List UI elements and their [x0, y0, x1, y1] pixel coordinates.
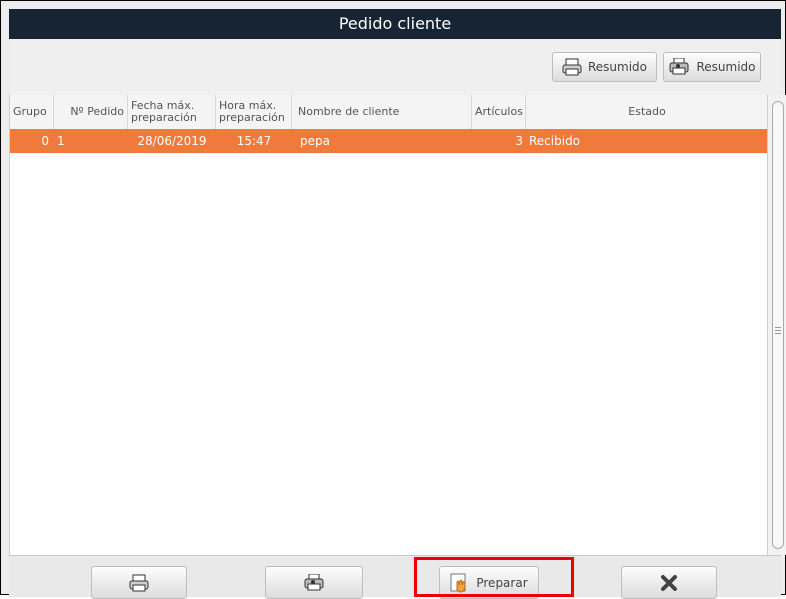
window-title: Pedido cliente: [9, 9, 781, 39]
table-header: Grupo Nº Pedido Fecha máx. preparación H…: [10, 95, 768, 130]
column-header-pedido[interactable]: Nº Pedido: [54, 95, 128, 129]
resumido-print-button[interactable]: Resumido: [552, 52, 657, 82]
window: Pedido cliente Resumido Resumido Grupo N…: [0, 0, 786, 599]
cell-fecha: 28/06/2019: [137, 134, 207, 148]
resumido-print-label: Resumido: [587, 60, 648, 74]
printer-icon: [562, 58, 582, 76]
resumido-group-label: Resumido: [696, 60, 756, 74]
resumido-group-button[interactable]: Resumido: [663, 52, 761, 82]
cell-pedido: 1: [57, 134, 65, 148]
cell-hora: 15:47: [236, 134, 272, 148]
printer-icon: [129, 574, 149, 592]
vertical-scrollbar[interactable]: [767, 95, 786, 555]
scrollbar-thumb[interactable]: [772, 101, 784, 549]
table-row[interactable]: 0 1 28/06/2019 15:47 pepa 3 Recibido: [10, 129, 768, 153]
orders-table: Grupo Nº Pedido Fecha máx. preparación H…: [9, 95, 768, 555]
column-header-fecha[interactable]: Fecha máx. preparación: [128, 95, 216, 129]
printer-group-icon: [303, 573, 325, 592]
bottom-bar: Preparar: [9, 555, 781, 599]
close-icon: [660, 574, 678, 592]
column-header-estado[interactable]: Estado: [526, 95, 768, 129]
cell-cliente: pepa: [300, 134, 330, 148]
toolbar: Resumido Resumido: [9, 39, 781, 95]
column-header-grupo[interactable]: Grupo: [10, 95, 54, 129]
cell-articulos: 3: [515, 134, 523, 148]
print-group-button[interactable]: [265, 566, 363, 599]
column-header-articulos[interactable]: Artículos: [472, 95, 526, 129]
highlight-box: [414, 557, 574, 597]
column-header-cliente[interactable]: Nombre de cliente: [292, 95, 472, 129]
close-button[interactable]: [621, 566, 717, 599]
print-button[interactable]: [91, 566, 187, 599]
cell-estado: Recibido: [529, 134, 581, 148]
column-header-hora[interactable]: Hora máx. preparación: [216, 95, 292, 129]
cell-grupo: 0: [41, 134, 49, 148]
printer-group-icon: [668, 58, 690, 76]
